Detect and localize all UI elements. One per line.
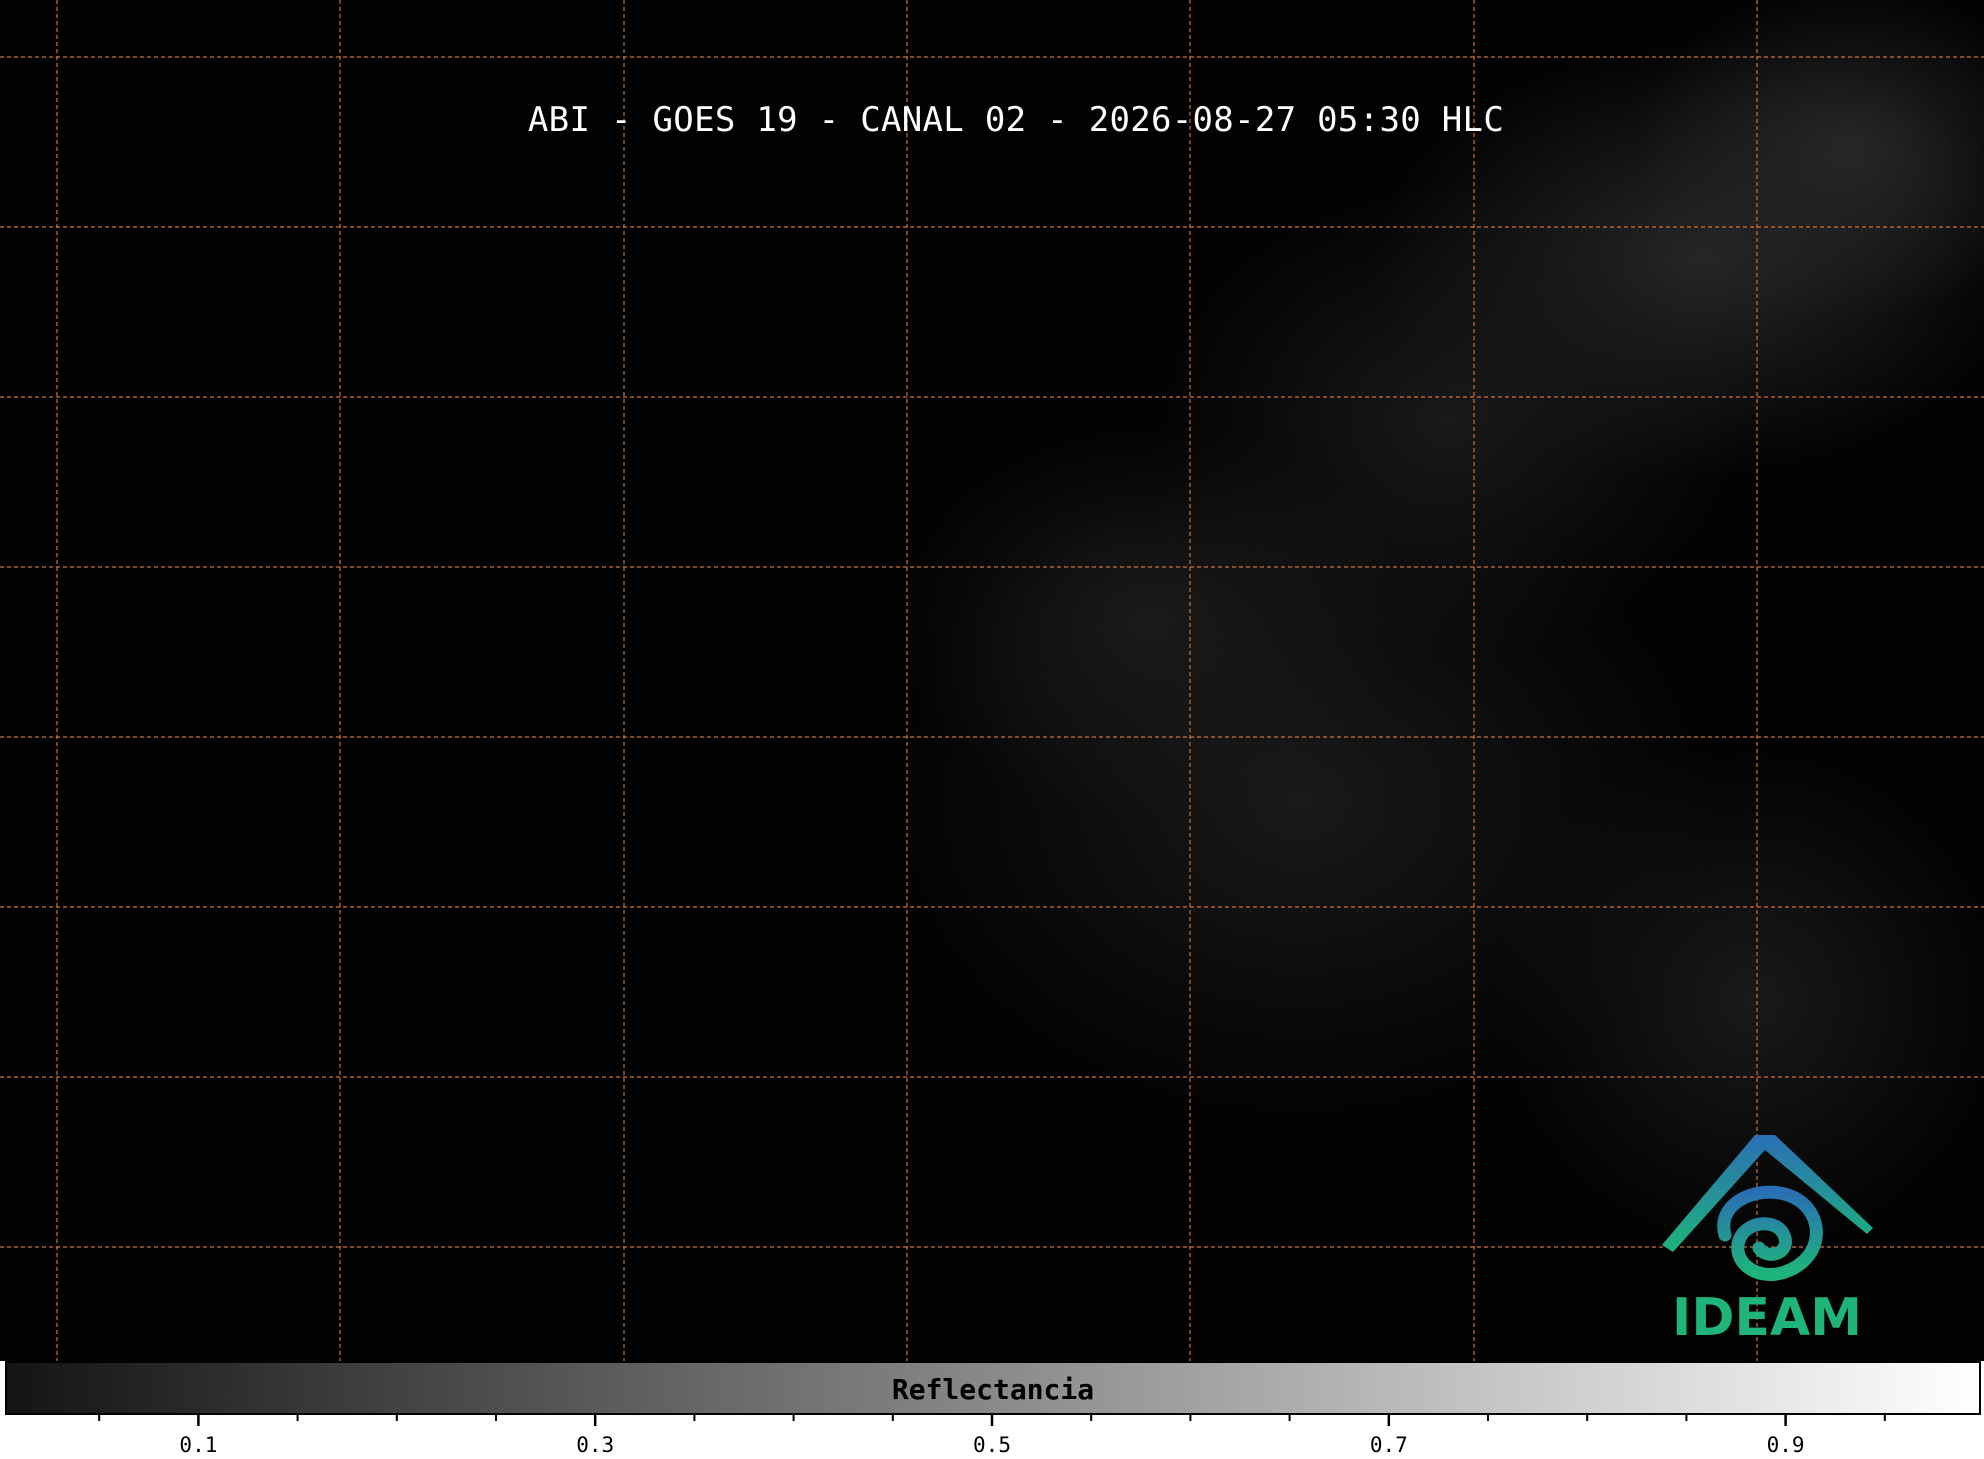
colorbar-tick-label: 0.9 — [1767, 1433, 1805, 1457]
cloud-texture — [880, 0, 1984, 1260]
colorbar-tick-label: 0.7 — [1370, 1433, 1408, 1457]
colorbar-label: Reflectancia — [891, 1373, 1095, 1406]
ideam-logo: IDEAM — [1655, 1130, 1885, 1350]
image-title: ABI - GOES 19 - CANAL 02 - 2026-08-27 05… — [527, 100, 1505, 140]
colorbar-tick-label: 0.3 — [576, 1433, 614, 1457]
colorbar-tick-label: 0.1 — [179, 1433, 217, 1457]
colorbar: Reflectancia — [5, 1361, 1981, 1415]
colorbar-axis: 0.1 0.3 0.5 0.7 0.9 — [98, 1413, 1886, 1457]
ideam-logo-graphic: IDEAM — [1662, 1135, 1873, 1348]
satellite-image: ABI - GOES 19 - CANAL 02 - 2026-08-27 05… — [0, 0, 1984, 1361]
logo-text: IDEAM — [1672, 1288, 1862, 1348]
colorbar-tick-label: 0.5 — [973, 1433, 1011, 1457]
